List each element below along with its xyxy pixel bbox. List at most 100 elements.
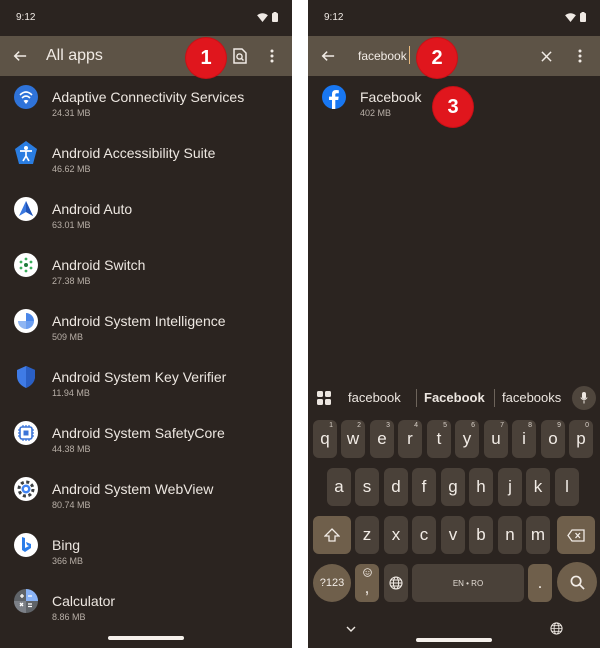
back-button[interactable] xyxy=(6,42,34,70)
suggestion-1[interactable]: facebook xyxy=(348,390,401,405)
key-label: b xyxy=(476,525,486,544)
key-h[interactable]: h xyxy=(469,468,493,506)
key-f[interactable]: f xyxy=(412,468,436,506)
all-apps-screen: 9:12 All apps Adaptive Connectivity Serv… xyxy=(0,0,292,648)
back-button[interactable] xyxy=(314,42,342,70)
wifi-icon xyxy=(565,12,576,22)
apps-grid-icon[interactable] xyxy=(316,390,332,406)
key-d[interactable]: d xyxy=(384,468,408,506)
app-size: 8.86 MB xyxy=(52,612,86,622)
key-hint: 1 xyxy=(329,422,333,429)
app-list-item[interactable]: Calculator 8.86 MB xyxy=(0,580,292,636)
app-name: Android System WebView xyxy=(52,481,214,497)
safetycore-icon xyxy=(14,421,38,445)
suggestion-strip: facebook Facebook facebooks xyxy=(308,380,600,416)
emoji-icon xyxy=(362,568,372,577)
app-list-item[interactable]: Android System WebView 80.74 MB xyxy=(0,468,292,524)
app-list-item[interactable]: Android System Key Verifier 11.94 MB xyxy=(0,356,292,412)
key-label: e xyxy=(377,429,387,448)
search-apps-button[interactable] xyxy=(226,42,254,70)
adaptive-connectivity-icon xyxy=(14,85,38,109)
app-size: 27.38 MB xyxy=(52,276,91,286)
gesture-nav-handle[interactable] xyxy=(108,636,184,640)
status-icons xyxy=(565,11,586,23)
key-p[interactable]: p0 xyxy=(569,420,593,458)
search-key[interactable] xyxy=(557,562,597,602)
key-g[interactable]: g xyxy=(441,468,465,506)
divider xyxy=(416,389,417,407)
key-q[interactable]: q1 xyxy=(313,420,337,458)
app-size: 44.38 MB xyxy=(52,444,91,454)
key-v[interactable]: v xyxy=(441,516,465,554)
webview-gear-icon xyxy=(14,477,38,501)
key-w[interactable]: w2 xyxy=(341,420,365,458)
key-i[interactable]: i8 xyxy=(512,420,536,458)
key-label: EN • RO xyxy=(452,578,484,588)
app-list-item[interactable]: Adaptive Connectivity Services 24.31 MB xyxy=(0,76,292,132)
arrow-left-icon xyxy=(321,51,335,61)
backspace-icon xyxy=(567,528,585,542)
key-y[interactable]: y6 xyxy=(455,420,479,458)
search-document-icon xyxy=(233,48,247,64)
clear-search-button[interactable] xyxy=(532,42,560,70)
gesture-nav-handle[interactable] xyxy=(416,638,492,642)
status-time: 9:12 xyxy=(324,12,344,23)
app-list-item[interactable]: Bing 366 MB xyxy=(0,524,292,580)
key-o[interactable]: o9 xyxy=(541,420,565,458)
key-m[interactable]: m xyxy=(526,516,550,554)
app-name: Android System Intelligence xyxy=(52,313,226,329)
language-key[interactable] xyxy=(384,564,408,602)
key-c[interactable]: c xyxy=(412,516,436,554)
key-k[interactable]: k xyxy=(526,468,550,506)
period-key[interactable]: . xyxy=(528,564,552,602)
app-list-item[interactable]: Android Accessibility Suite 46.62 MB xyxy=(0,132,292,188)
more-options-button[interactable] xyxy=(566,42,594,70)
key-l[interactable]: l xyxy=(555,468,579,506)
key-hint: 0 xyxy=(585,422,589,429)
app-name: Android Accessibility Suite xyxy=(52,145,216,161)
calculator-icon xyxy=(14,589,38,613)
app-list-item[interactable]: Android Switch 27.38 MB xyxy=(0,244,292,300)
key-x[interactable]: x xyxy=(384,516,408,554)
app-name: Android System SafetyCore xyxy=(52,425,225,441)
key-b[interactable]: b xyxy=(469,516,493,554)
app-list-item[interactable]: Android Auto 63.01 MB xyxy=(0,188,292,244)
app-list-item[interactable]: Android System SafetyCore 44.38 MB xyxy=(0,412,292,468)
key-j[interactable]: j xyxy=(498,468,522,506)
app-list-item[interactable]: Android System Intelligence 509 MB xyxy=(0,300,292,356)
keyboard: facebook Facebook facebooks q1 w2 e3 r4 … xyxy=(308,380,600,648)
space-key[interactable]: EN • RO xyxy=(412,564,524,602)
key-label: m xyxy=(530,525,546,544)
key-label: n xyxy=(505,525,515,544)
key-a[interactable]: a xyxy=(327,468,351,506)
comma-key[interactable]: , xyxy=(355,564,379,602)
app-size: 80.74 MB xyxy=(52,500,91,510)
hide-keyboard-chevron-down-icon[interactable] xyxy=(346,626,356,632)
shift-key[interactable] xyxy=(313,516,351,554)
key-s[interactable]: s xyxy=(355,468,379,506)
key-n[interactable]: n xyxy=(498,516,522,554)
suggestion-2[interactable]: Facebook xyxy=(424,390,485,405)
bing-icon xyxy=(14,533,38,557)
key-u[interactable]: u7 xyxy=(484,420,508,458)
backspace-key[interactable] xyxy=(557,516,595,554)
app-name: Android Switch xyxy=(52,257,146,273)
key-t[interactable]: t5 xyxy=(427,420,451,458)
symbols-key[interactable]: ?123 xyxy=(313,564,351,602)
key-hint: 8 xyxy=(528,422,532,429)
key-label: u xyxy=(491,429,501,448)
key-r[interactable]: r4 xyxy=(398,420,422,458)
more-vertical-icon xyxy=(578,49,582,63)
key-e[interactable]: e3 xyxy=(370,420,394,458)
more-options-button[interactable] xyxy=(258,42,286,70)
key-hint: 7 xyxy=(500,422,504,429)
shift-arrow-icon xyxy=(324,528,340,542)
close-icon xyxy=(540,50,552,62)
suggestion-3[interactable]: facebooks xyxy=(502,390,561,405)
system-intelligence-icon xyxy=(14,309,38,333)
app-size: 63.01 MB xyxy=(52,220,91,230)
globe-icon[interactable] xyxy=(550,622,563,635)
key-z[interactable]: z xyxy=(355,516,379,554)
voice-input-button[interactable] xyxy=(572,386,596,410)
key-label: , xyxy=(364,578,370,597)
